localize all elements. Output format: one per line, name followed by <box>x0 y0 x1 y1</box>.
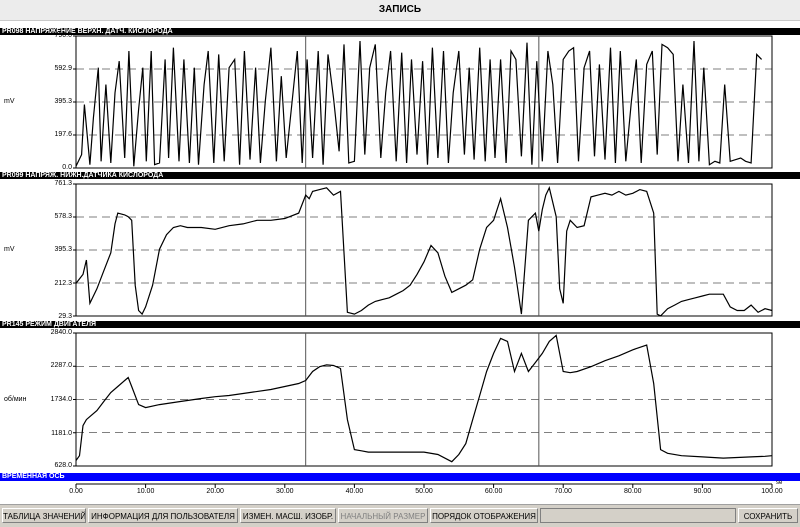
chart-plots <box>73 35 773 488</box>
toolbar-spacer <box>540 508 736 523</box>
series-line <box>75 40 763 167</box>
display-order-button[interactable]: ПОРЯДОК ОТОБРАЖЕНИЯ <box>430 508 538 523</box>
user-info-button[interactable]: ИНФОРМАЦИЯ ДЛЯ ПОЛЬЗОВАТЕЛЯ <box>88 508 238 523</box>
xtick: 20.00 <box>206 488 224 495</box>
xtick: 60.00 <box>484 488 503 495</box>
xtick: 0.00 <box>69 488 83 495</box>
xtick: 80.00 <box>624 488 642 495</box>
values-table-button[interactable]: ТАБЛИЦА ЗНАЧЕНИЙ <box>2 508 86 523</box>
xtick: 70.00 <box>554 488 572 495</box>
time-axis-bar: ВРЕМЕННАЯ ОСЬ <box>0 473 800 481</box>
bottom-toolbar: ТАБЛИЦА ЗНАЧЕНИЙ ИНФОРМАЦИЯ ДЛЯ ПОЛЬЗОВА… <box>0 504 800 527</box>
xtick: 40.00 <box>345 488 364 495</box>
save-button[interactable]: СОХРАНИТЬ <box>738 508 798 523</box>
series-line <box>75 186 773 317</box>
xtick: 100.00 <box>761 488 783 495</box>
xtick: 90.00 <box>693 488 712 495</box>
xtick: 30.00 <box>276 488 294 495</box>
change-scale-button[interactable]: ИЗМЕН. МАСШ. ИЗОБР. <box>240 508 336 523</box>
time-axis-unit: se <box>776 480 783 486</box>
xtick: 10.00 <box>136 488 155 495</box>
xtick: 50.00 <box>415 488 433 495</box>
initial-size-button[interactable]: НАЧАЛЬНЫЙ РАЗМЕР <box>338 508 428 523</box>
series-line <box>75 334 773 463</box>
